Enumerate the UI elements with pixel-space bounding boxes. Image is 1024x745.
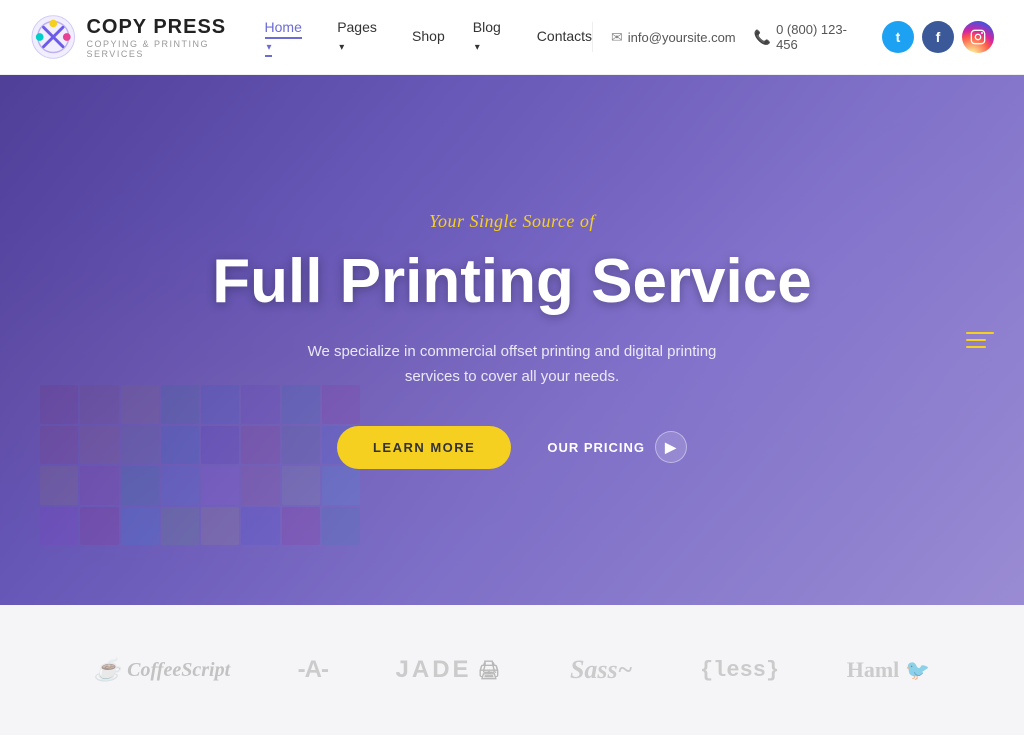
hero-actions: LEARN MORE OUR PRICING ▶ xyxy=(212,426,811,469)
nav-item-blog[interactable]: Blog ▾ xyxy=(473,19,509,55)
hero-title: Full Printing Service xyxy=(212,248,811,316)
jade-label: JADE xyxy=(396,656,472,684)
phone-contact: 📞 0 (800) 123-456 xyxy=(754,22,856,52)
less-label: {less} xyxy=(700,658,779,683)
phone-text: 0 (800) 123-456 xyxy=(776,22,856,52)
logo-text-wrap: COPY PRESS COPYING & PRINTING SERVICES xyxy=(86,16,264,59)
hamburger-line-3 xyxy=(966,346,986,348)
pricing-label: OUR PRICING xyxy=(547,440,645,455)
brands-section: ☕ CoffeeScript -A- JADE 🖨 Sass~ {less} H… xyxy=(0,605,1024,735)
twitter-button[interactable]: t xyxy=(882,21,914,53)
email-text: info@yoursite.com xyxy=(628,30,736,45)
brand-coffeescript: ☕ CoffeeScript xyxy=(94,657,230,683)
nav-links: Home ▾ Pages ▾ Shop Blog ▾ Contacts xyxy=(265,19,593,55)
social-icons: t f xyxy=(882,21,994,53)
haml-icon: 🐦 xyxy=(905,658,930,683)
hero-section: Your Single Source of Full Printing Serv… xyxy=(0,75,1024,605)
hero-description: We specialize in commercial offset print… xyxy=(282,339,742,390)
email-contact: ✉ info@yoursite.com xyxy=(611,29,736,46)
learn-more-button[interactable]: LEARN MORE xyxy=(337,426,511,469)
nav-item-pages[interactable]: Pages ▾ xyxy=(337,19,384,55)
nav-item-contacts[interactable]: Contacts xyxy=(537,28,592,46)
nav-link-shop[interactable]: Shop xyxy=(412,28,445,44)
main-nav: Home ▾ Pages ▾ Shop Blog ▾ Contacts xyxy=(265,19,593,55)
contact-info: ✉ info@yoursite.com 📞 0 (800) 123-456 xyxy=(592,22,856,52)
nav-link-contacts[interactable]: Contacts xyxy=(537,28,592,44)
hamburger-line-1 xyxy=(966,332,994,334)
logo-title: COPY PRESS xyxy=(86,16,264,39)
header-right: ✉ info@yoursite.com 📞 0 (800) 123-456 t … xyxy=(592,21,994,53)
nav-link-pages[interactable]: Pages ▾ xyxy=(337,19,377,53)
haml-label: Haml xyxy=(847,657,900,683)
jade-icon: 🖨 xyxy=(478,660,503,681)
brand-less: {less} xyxy=(700,658,779,683)
brand-sass: Sass~ xyxy=(570,655,633,685)
brand-haml: Haml 🐦 xyxy=(847,657,930,683)
nav-link-blog[interactable]: Blog ▾ xyxy=(473,19,501,53)
sass-label: Sass~ xyxy=(570,655,633,685)
logo-area: COPY PRESS COPYING & PRINTING SERVICES xyxy=(30,13,265,61)
pricing-button[interactable]: OUR PRICING ▶ xyxy=(547,431,687,463)
coffeescript-label: CoffeeScript xyxy=(127,659,230,682)
nav-link-home[interactable]: Home ▾ xyxy=(265,19,302,57)
nav-item-shop[interactable]: Shop xyxy=(412,28,445,46)
header: COPY PRESS COPYING & PRINTING SERVICES H… xyxy=(0,0,1024,75)
instagram-button[interactable] xyxy=(962,21,994,53)
nav-item-home[interactable]: Home ▾ xyxy=(265,19,310,55)
pricing-arrow-icon: ▶ xyxy=(655,431,687,463)
email-icon: ✉ xyxy=(611,29,623,46)
phone-icon: 📞 xyxy=(754,29,771,46)
hamburger-line-2 xyxy=(966,339,986,341)
coffeescript-icon: ☕ xyxy=(94,657,121,683)
logo-icon xyxy=(30,13,76,61)
angular-label: -A- xyxy=(298,656,328,684)
hero-content: Your Single Source of Full Printing Serv… xyxy=(192,211,831,468)
hamburger-menu[interactable] xyxy=(966,332,994,348)
hero-subtitle: Your Single Source of xyxy=(212,211,811,232)
brand-angular: -A- xyxy=(298,656,328,684)
brand-jade: JADE 🖨 xyxy=(396,656,503,684)
logo-subtitle: COPYING & PRINTING SERVICES xyxy=(86,39,264,59)
facebook-button[interactable]: f xyxy=(922,21,954,53)
